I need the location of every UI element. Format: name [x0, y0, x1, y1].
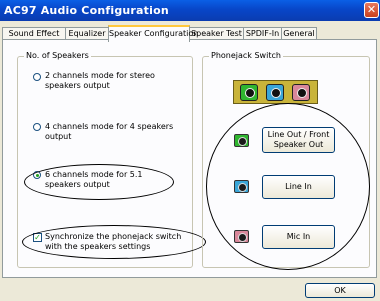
ok-button[interactable]: OK — [305, 283, 375, 298]
radio-4-channels[interactable] — [33, 123, 41, 131]
phonejack-panel-image — [233, 80, 318, 104]
phonejack-group-label: Phonejack Switch — [209, 51, 283, 60]
option-2-channels-label: 2 channels mode for stereo speakers outp… — [45, 71, 155, 90]
line-out-jack-icon — [240, 84, 258, 101]
annotation-ellipse — [206, 103, 370, 270]
option-4-channels-label: 4 channels mode for 4 speakers output — [45, 122, 174, 141]
line-in-jack-icon — [266, 84, 284, 101]
tab-speaker-configuration[interactable]: Speaker Configuration — [108, 25, 198, 42]
close-icon: ✕ — [366, 3, 377, 16]
annotation-ellipse — [24, 164, 174, 200]
close-button[interactable]: ✕ — [364, 2, 379, 18]
mic-in-jack-icon — [292, 84, 310, 101]
title-bar: AC97 Audio Configuration ✕ — [0, 0, 380, 21]
window-title: AC97 Audio Configuration — [4, 4, 169, 17]
radio-2-channels[interactable] — [33, 73, 41, 81]
speakers-group-label: No. of Speakers — [24, 51, 91, 60]
annotation-ellipse — [22, 225, 206, 259]
